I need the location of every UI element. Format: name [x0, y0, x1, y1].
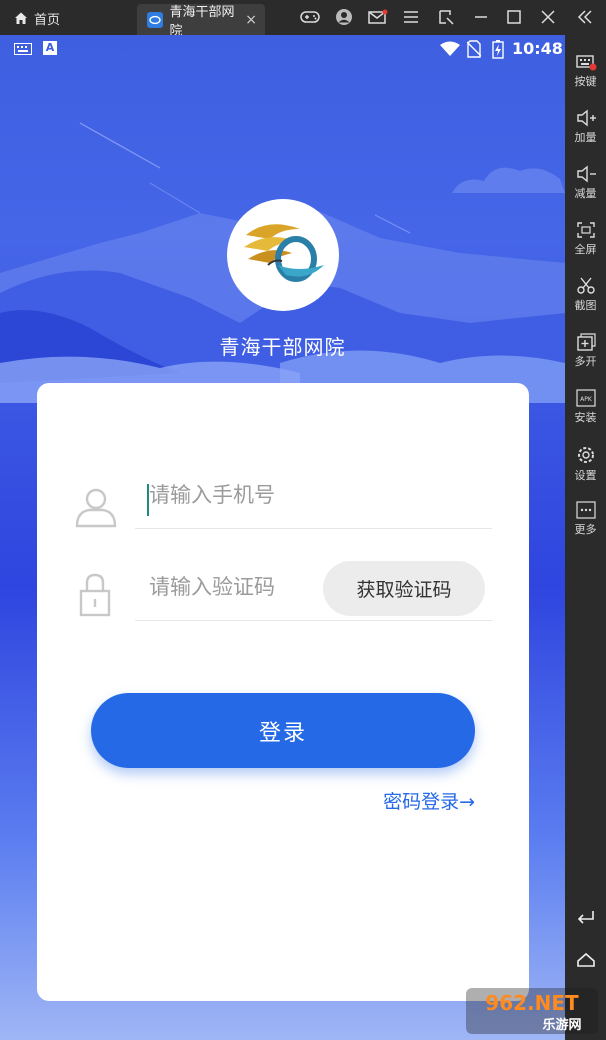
- sidebar-item-volume-up[interactable]: 加量: [565, 109, 606, 145]
- lock-icon: [79, 573, 111, 617]
- sidebar-item-label: 截图: [574, 299, 597, 312]
- sidebar-item-label: 多开: [574, 355, 597, 368]
- verification-code-input[interactable]: [149, 575, 319, 599]
- get-code-button[interactable]: 获取验证码: [323, 561, 485, 616]
- phone-input[interactable]: [149, 483, 319, 507]
- svg-text:APK: APK: [580, 396, 593, 403]
- sidebar-item-settings[interactable]: 设置: [565, 445, 606, 483]
- home-icon: [15, 12, 27, 24]
- no-sim-icon: [467, 40, 481, 58]
- account-icon[interactable]: [333, 7, 355, 27]
- notification-icon: A: [43, 41, 57, 55]
- sidebar-item-label: 设置: [574, 469, 597, 482]
- apk-install-icon: APK: [575, 389, 596, 407]
- keyboard-icon: [575, 55, 596, 71]
- settings-icon: [577, 447, 594, 463]
- sidebar-item-label: 加量: [574, 131, 597, 144]
- user-icon: [75, 488, 117, 528]
- home-tab-label: 首页: [34, 12, 61, 28]
- tab-close-icon[interactable]: ×: [245, 12, 257, 28]
- status-time: 10:48: [512, 39, 563, 58]
- home-nav-icon: [576, 952, 595, 967]
- sidebar-item-label: 更多: [574, 523, 597, 536]
- app-title: 青海干部网院: [219, 335, 346, 359]
- back-button[interactable]: [565, 907, 606, 927]
- sidebar-item-multi-open[interactable]: 多开: [565, 333, 606, 369]
- maximize-icon[interactable]: [503, 7, 525, 27]
- phone-field: [135, 471, 492, 529]
- emulator-titlebar: 首页 青海干部网院 ×: [0, 0, 606, 39]
- menu-icon[interactable]: [400, 7, 422, 27]
- phone-screen: A 10:48 青海干部网院 请输入手机号 请输入验证码 获取验证码 登录 密码…: [0, 35, 565, 1040]
- site-watermark: 962.NET 乐游网: [462, 986, 602, 1036]
- sidebar-item-volume-down[interactable]: 减量: [565, 165, 606, 201]
- sidebar-item-label: 全屏: [574, 243, 597, 256]
- collapse-sidebar-icon[interactable]: [574, 7, 596, 27]
- sidebar-item-screenshot[interactable]: 截图: [565, 277, 606, 313]
- restore-window-icon[interactable]: [435, 7, 457, 27]
- minimize-icon[interactable]: [470, 7, 492, 27]
- emulator-sidebar: 按键 加量 减量 全屏 截图 多开 APK 安装 设置 更多: [565, 35, 606, 1040]
- close-window-icon[interactable]: [537, 7, 559, 27]
- gamepad-icon[interactable]: [299, 7, 321, 27]
- sidebar-item-fullscreen[interactable]: 全屏: [565, 221, 606, 257]
- mail-icon[interactable]: [367, 7, 389, 27]
- volume-up-icon: [576, 109, 596, 127]
- scissors-icon: [576, 277, 595, 294]
- volume-down-icon: [576, 165, 596, 183]
- login-card: 获取验证码 登录 密码登录→: [37, 383, 529, 1001]
- sidebar-item-more[interactable]: 更多: [565, 501, 606, 537]
- status-bar: A 10:48: [0, 35, 565, 63]
- sidebar-item-label: 减量: [574, 187, 597, 200]
- battery-icon: [492, 40, 504, 59]
- keyboard-status-icon: [14, 43, 32, 55]
- multi-open-icon: [576, 333, 596, 351]
- sidebar-item-keys[interactable]: 按键: [565, 53, 606, 89]
- password-login-link[interactable]: 密码登录→: [383, 787, 475, 814]
- sidebar-item-label: 按键: [574, 75, 597, 88]
- home-button[interactable]: [565, 951, 606, 971]
- more-icon: [575, 501, 596, 519]
- app-tab-label: 青海干部网院: [169, 4, 235, 39]
- wifi-icon: [440, 41, 460, 56]
- app-tab-icon: [147, 11, 163, 28]
- sidebar-item-install[interactable]: APK 安装: [565, 389, 606, 425]
- login-button[interactable]: 登录: [91, 693, 475, 768]
- watermark-brand-top: 962.NET: [485, 991, 579, 1015]
- app-logo: [227, 199, 339, 311]
- sidebar-item-label: 安装: [574, 411, 597, 424]
- app-tab[interactable]: 青海干部网院 ×: [137, 4, 265, 39]
- back-icon: [577, 911, 594, 924]
- watermark-brand-bottom: 乐游网: [542, 1017, 581, 1033]
- fullscreen-icon: [576, 222, 595, 238]
- home-tab[interactable]: 首页: [14, 8, 60, 28]
